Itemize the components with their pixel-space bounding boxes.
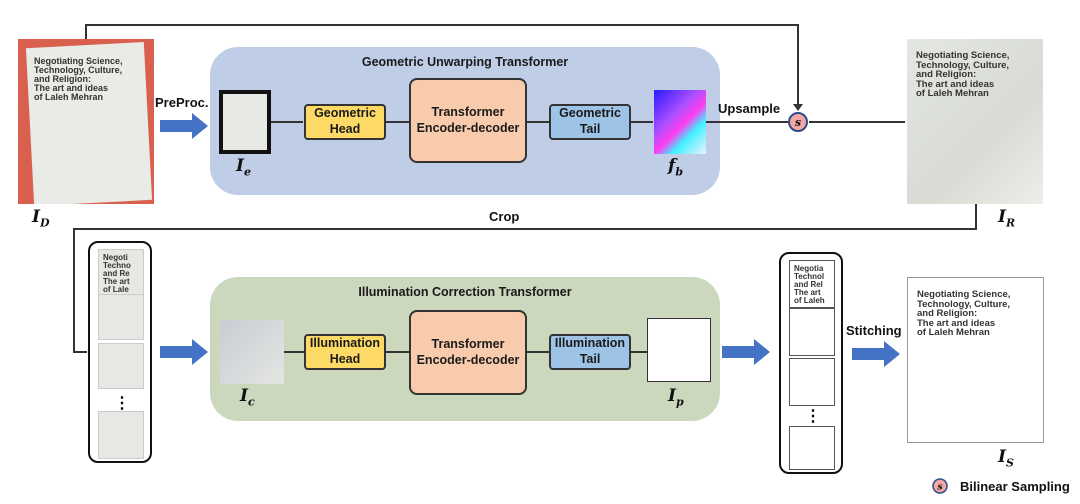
svg-text:s: s [795,116,801,129]
ellipsis: ⋮ [805,408,821,425]
preprocessed-image [219,90,271,154]
ellipsis: ⋮ [114,395,130,412]
output-patch [789,358,835,406]
illumination-encoder-block: Transformer Encoder-decoder [409,310,527,395]
illumination-tail-block: Illumination Tail [549,334,631,370]
label-i-r: IR [998,207,1016,230]
geometric-encoder-block: Transformer Encoder-decoder [409,78,527,163]
crop-patch [98,411,144,459]
label-i-s: IS [998,447,1014,470]
legend-sampler-icon: s [932,478,948,494]
output-patch: Negotia Technol and Rel The art of Laleh [789,260,835,308]
stitched-document-image: Negotiating Science, Technology, Culture… [907,277,1044,443]
distorted-document-image: Negotiating Science, Technology, Culture… [18,39,154,204]
crop-to-illumination-arrow [160,339,208,365]
arrowhead-down [793,104,803,111]
crop-patch: Negoti Techno and Re The art of Lale [98,249,144,295]
illumination-panel-title: Illumination Correction Transformer [358,285,572,299]
illumination-to-stack-arrow [722,339,770,365]
crop-input-image [220,320,284,384]
geometric-tail-block: Geometric Tail [549,104,631,140]
rectified-document-image: Negotiating Science, Technology, Culture… [907,39,1043,204]
corrected-patches-stack: Negotia Technol and Rel The art of Laleh… [779,252,843,474]
label-i-c: Ic [240,386,255,409]
crop-patch [98,343,144,389]
distorted-document-title: Negotiating Science, Technology, Culture… [34,56,123,102]
label-f-b: fb [668,156,684,179]
corrected-patch-image [647,318,711,382]
preproc-label: PreProc. [155,95,209,110]
stitching-label: Stitching [846,323,902,338]
output-patch [789,426,835,470]
svg-text:s: s [937,483,942,493]
flow-field-image [654,90,706,154]
stitching-arrow [852,341,900,367]
geometric-head-block: Geometric Head [304,104,386,140]
crop-label: Crop [489,209,520,224]
bilinear-sampler-node: s [788,112,808,132]
preproc-arrow [160,113,208,139]
label-i-p: Ip [668,386,684,409]
upsample-label: Upsample [718,101,781,116]
cropped-patches-stack: Negoti Techno and Re The art of Lale ⋮ [88,241,152,463]
crop-patch [98,294,144,340]
legend-text: Bilinear Sampling [960,479,1070,494]
label-i-e: Ie [236,156,251,179]
illumination-head-block: Illumination Head [304,334,386,370]
output-patch [789,308,835,356]
geometric-panel-title: Geometric Unwarping Transformer [361,55,569,69]
label-i-d: ID [32,207,50,230]
skip-connection-line [85,24,87,39]
